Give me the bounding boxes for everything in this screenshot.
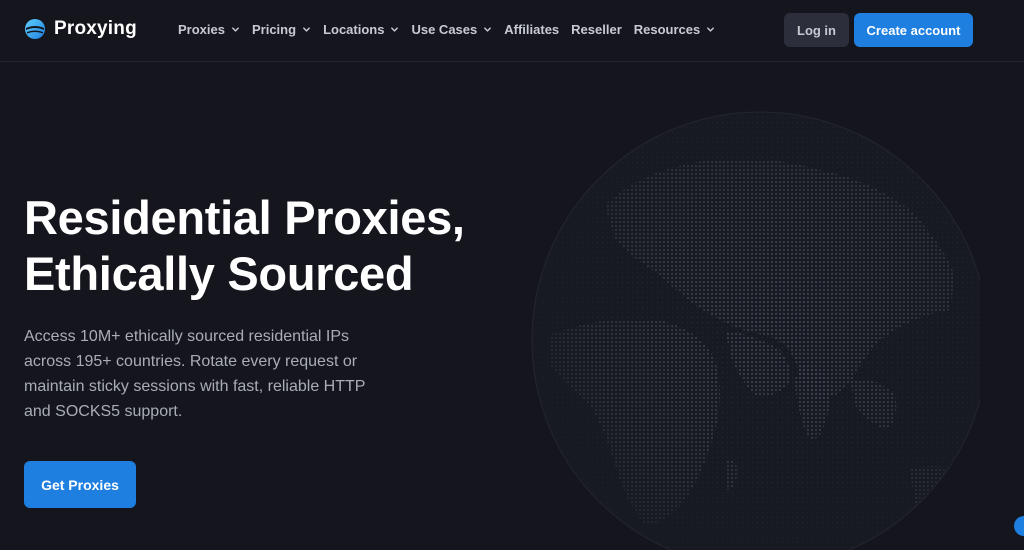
hero-title: Residential Proxies, Ethically Sourced: [24, 190, 544, 302]
nav-item-affiliates[interactable]: Affiliates: [504, 22, 559, 37]
nav-item-label: Pricing: [251, 22, 297, 37]
chevron-down-icon: [484, 27, 492, 32]
dotted-globe-illustration: [531, 111, 980, 550]
hero-description: Access 10M+ ethically sourced residentia…: [24, 328, 366, 420]
nav-item-locations[interactable]: Locations: [323, 22, 399, 37]
nav-item-proxies[interactable]: Proxies: [178, 22, 240, 37]
nav-item-label: Affiliates: [504, 22, 560, 37]
top-navigation-bar: Proxying Proxies Pricing Locations Use C…: [0, 0, 1024, 62]
hero-title-line-1: Residential Proxies,: [24, 191, 465, 244]
nav-item-label: Proxies: [178, 22, 225, 37]
main-nav: Proxies Pricing Locations Use Cases Affi…: [178, 22, 727, 37]
chevron-down-icon: [303, 27, 310, 32]
nav-item-use-cases[interactable]: Use Cases: [411, 22, 492, 37]
chevron-down-icon: [232, 27, 239, 32]
login-button[interactable]: Log in: [784, 13, 849, 47]
nav-item-resources[interactable]: Resources: [634, 22, 715, 37]
proxying-logo-icon: [25, 19, 45, 39]
brand-name: Proxying: [54, 18, 137, 39]
brand-logo-link[interactable]: Proxying: [24, 18, 137, 40]
chevron-down-icon: [707, 27, 715, 32]
hero-title-line-2: Ethically Sourced: [24, 247, 414, 300]
chevron-down-icon: [391, 27, 399, 32]
nav-item-pricing[interactable]: Pricing: [252, 22, 311, 37]
nav-item-reseller[interactable]: Reseller: [571, 22, 622, 37]
nav-item-label: Reseller: [571, 22, 622, 37]
nav-item-label: Locations: [323, 22, 385, 37]
get-proxies-button[interactable]: Get Proxies: [24, 461, 136, 508]
nav-item-label: Resources: [633, 22, 701, 37]
nav-item-label: Use Cases: [411, 22, 478, 37]
chat-widget-button[interactable]: [1014, 516, 1024, 536]
create-account-button[interactable]: Create account: [854, 13, 973, 47]
page: Proxying Proxies Pricing Locations Use C…: [0, 0, 1024, 550]
